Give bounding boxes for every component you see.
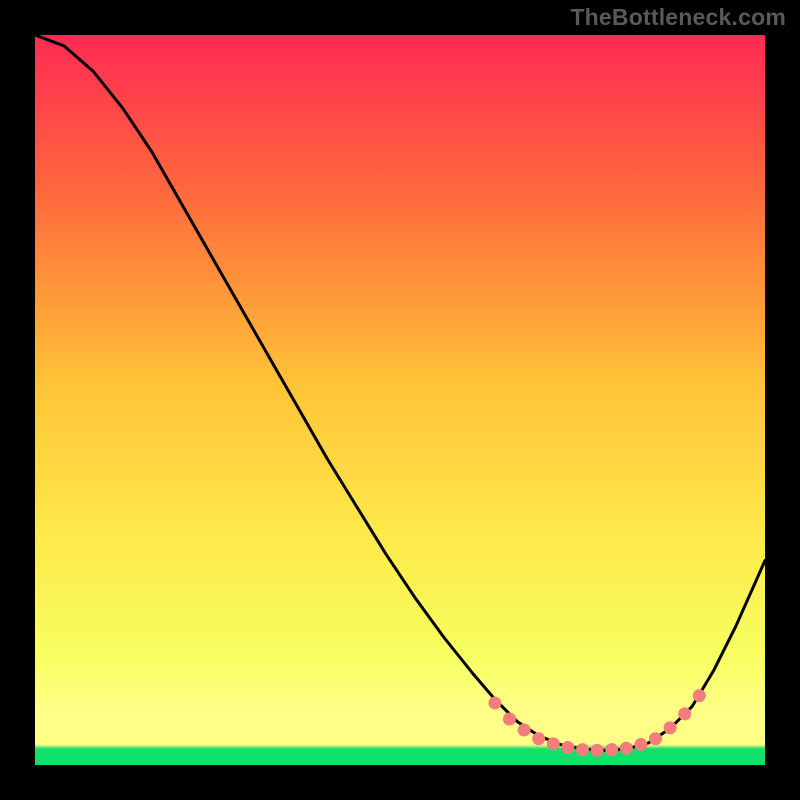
marker-dot [532,732,545,745]
marker-dot [678,707,691,720]
marker-dot [605,743,618,756]
chart-svg [35,35,765,765]
marker-dot [561,741,574,754]
marker-dot [576,743,589,756]
marker-dot [488,696,501,709]
marker-dot [503,713,516,726]
marker-dot [693,689,706,702]
marker-dot [547,737,560,750]
marker-dot [634,738,647,751]
chart-frame: TheBottleneck.com [0,0,800,800]
gradient-background [35,35,765,765]
plot-area [35,35,765,765]
watermark-text: TheBottleneck.com [570,4,786,31]
marker-dot [620,742,633,755]
marker-dot [664,721,677,734]
marker-dot [649,732,662,745]
marker-dot [518,723,531,736]
marker-dot [591,744,604,757]
